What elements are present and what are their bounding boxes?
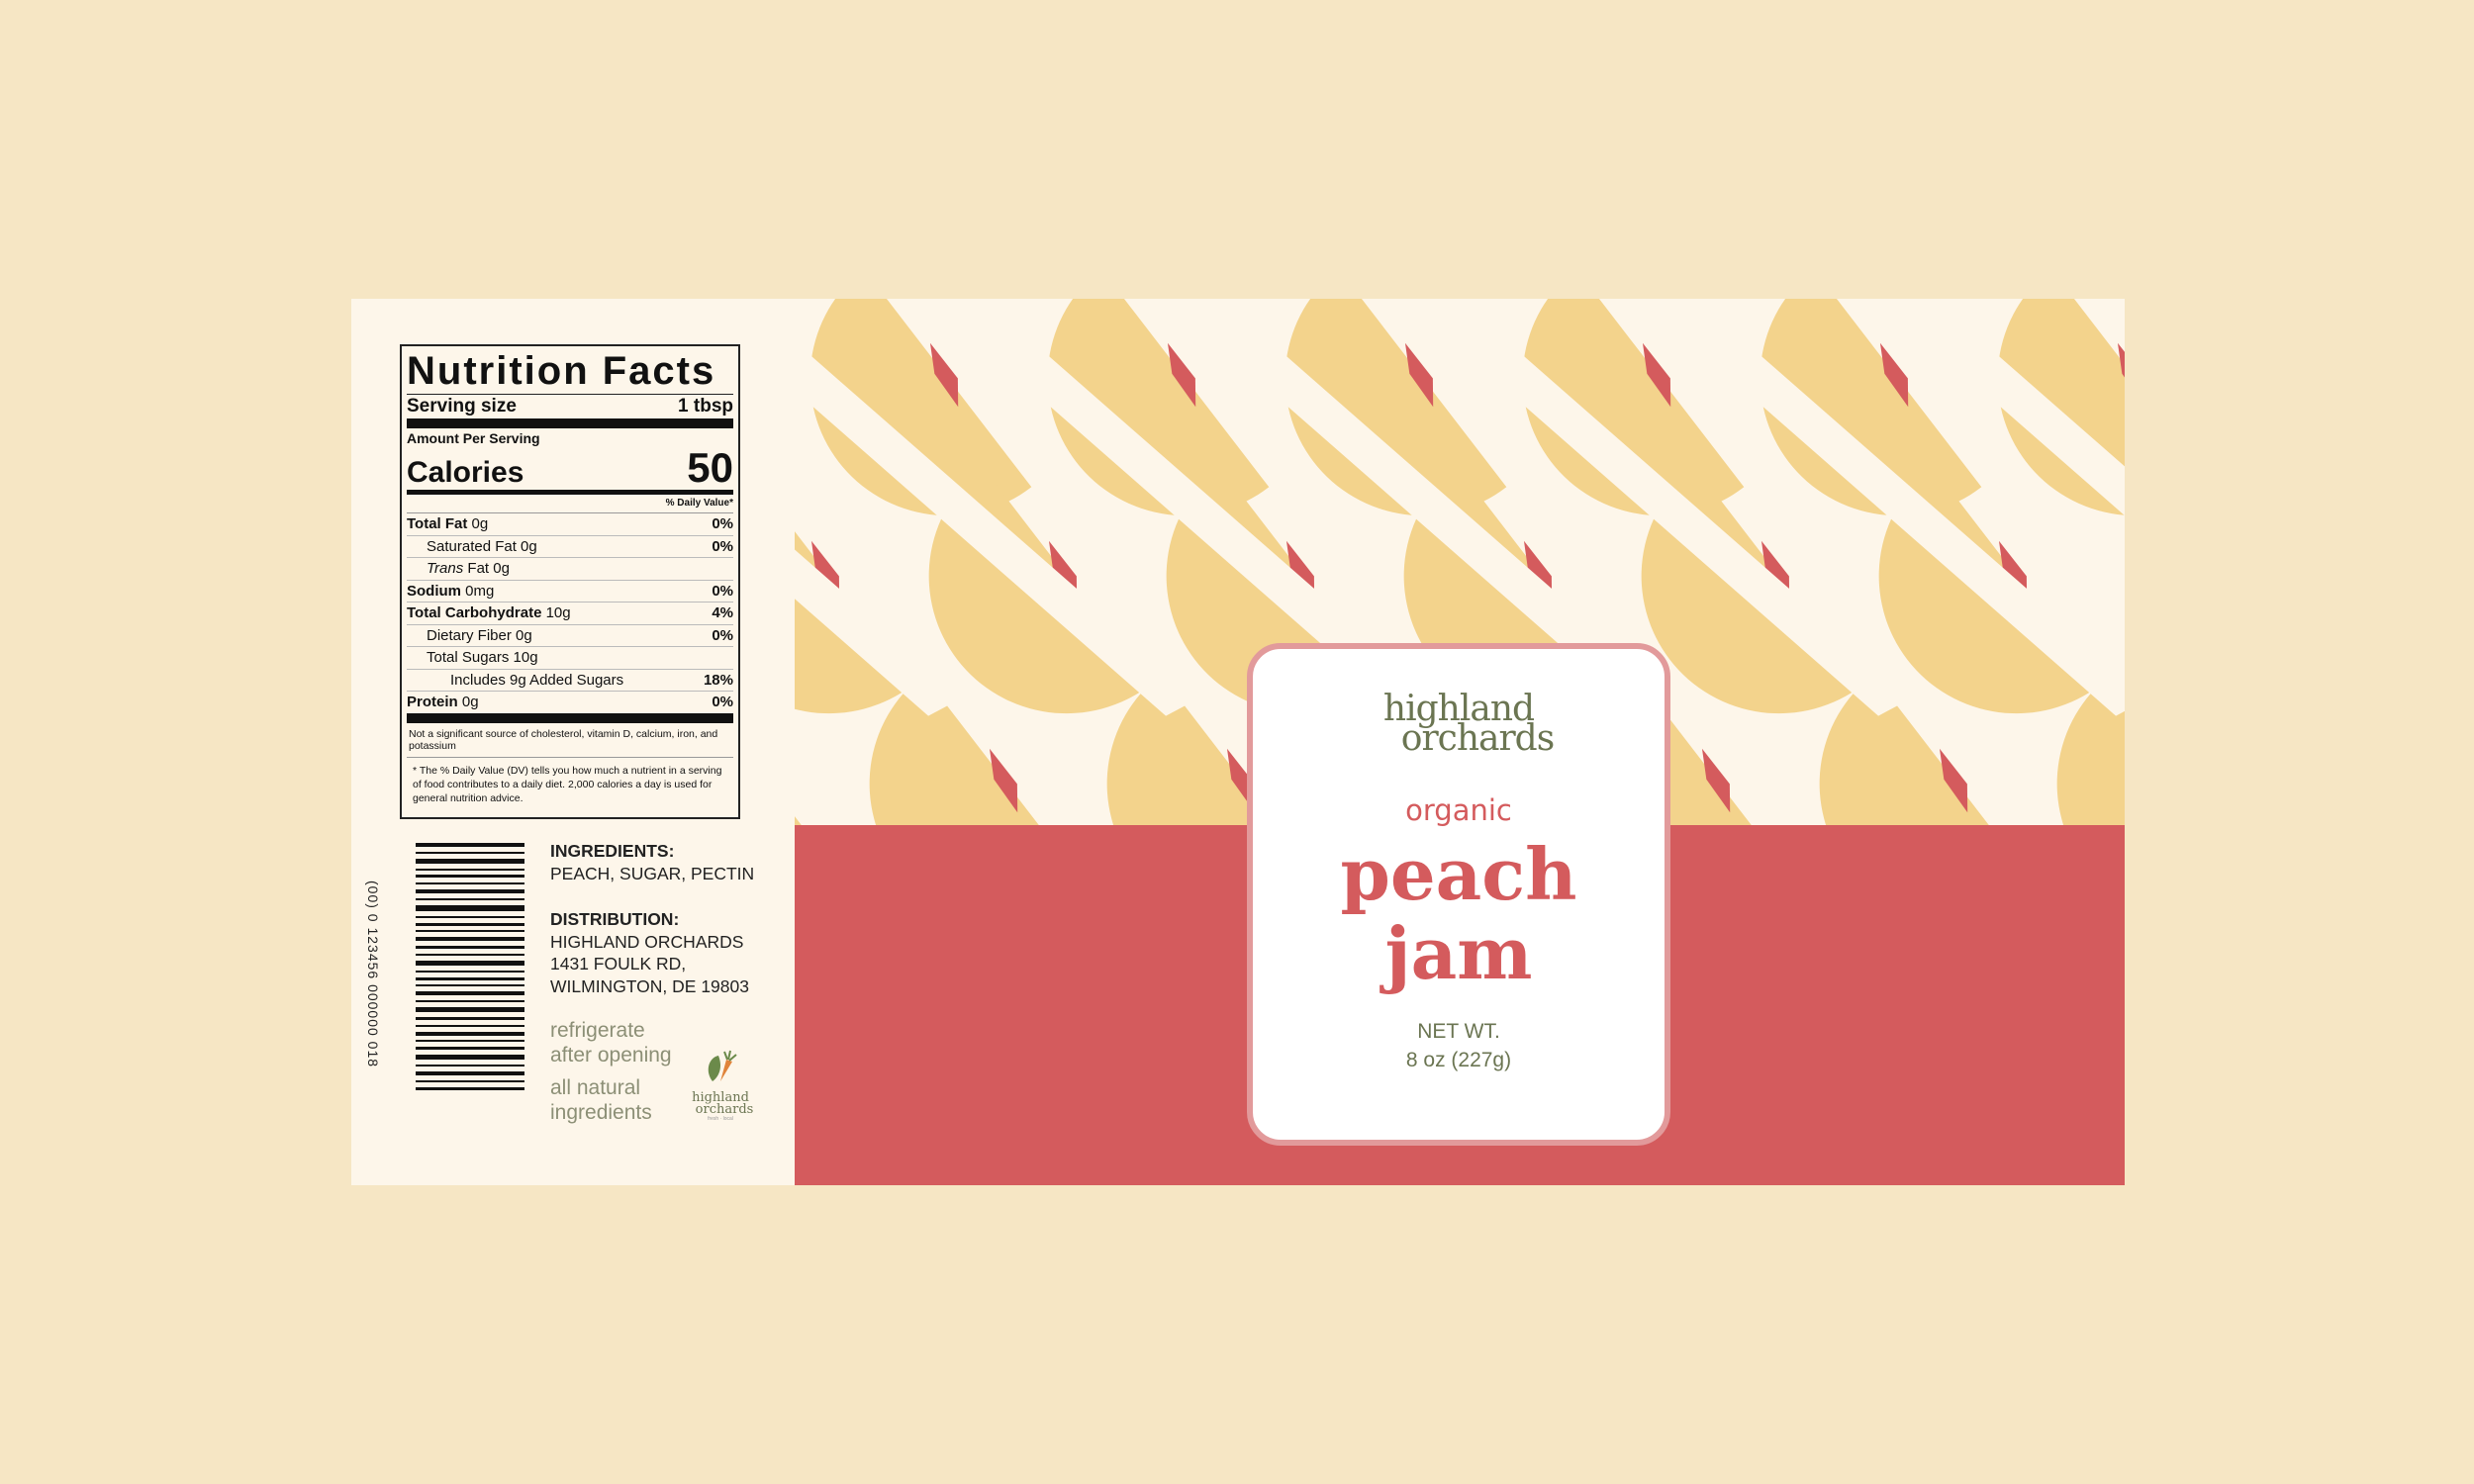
barcode-bar <box>416 843 524 847</box>
brand-line2: orchards <box>1400 718 1555 759</box>
front-label-card: highland orchards organic peach jam NET … <box>1247 643 1670 1146</box>
peach-slice <box>1236 299 1561 559</box>
barcode-bar <box>416 915 524 918</box>
barcode-bar <box>416 1000 524 1003</box>
daily-value-footnote: * The % Daily Value (DV) tells you how m… <box>407 756 733 805</box>
barcode-bar <box>416 960 524 966</box>
mini-brand-logo: highland orchards fresh · local <box>682 1048 759 1122</box>
barcode-bar <box>416 1040 524 1043</box>
barcode-number: (00) 0 123456 000000 018 <box>365 881 381 1068</box>
distribution-line: HIGHLAND ORCHARDS <box>550 931 744 952</box>
barcode-bar <box>416 1079 524 1082</box>
net-weight: NET WT. 8 oz (227g) <box>1253 1017 1665 1074</box>
calories-row: Calories 50 <box>407 446 733 490</box>
refrigerate-note: refrigerate after opening <box>550 1019 672 1067</box>
nutrient-row: Saturated Fat 0g 0% <box>407 536 733 558</box>
barcode-bar <box>416 1070 524 1075</box>
distribution-block: DISTRIBUTION: HIGHLAND ORCHARDS 1431 FOU… <box>550 908 749 997</box>
calories-value: 50 <box>687 444 733 491</box>
barcode-bar <box>416 868 524 871</box>
barcode-bar <box>416 930 524 933</box>
barcode-bar <box>416 851 524 854</box>
divider-thick <box>407 712 733 723</box>
barcode-bar <box>416 937 524 942</box>
nutrition-facts-panel: Nutrition Facts Serving size 1 tbsp Amou… <box>400 344 740 819</box>
barcode <box>416 843 524 1090</box>
nutrient-row: Total Carbohydrate 10g 4% <box>407 603 733 625</box>
back-panel: Nutrition Facts Serving size 1 tbsp Amou… <box>351 299 795 1185</box>
ingredients-block: INGREDIENTS: PEACH, SUGAR, PECTIN <box>550 840 754 884</box>
net-weight-label: NET WT. <box>1417 1020 1500 1043</box>
barcode-bar <box>416 1016 524 1020</box>
nutrient-row: Total Fat 0g 0% <box>407 513 733 536</box>
ingredients-text: PEACH, SUGAR, PECTIN <box>550 863 755 883</box>
nutrient-row: Dietary Fiber 0g 0% <box>407 625 733 647</box>
barcode-bar <box>416 1031 524 1036</box>
carrot-leaf-icon <box>708 1050 737 1081</box>
barcode-bar <box>416 1065 524 1067</box>
serving-label: Serving size <box>407 396 517 417</box>
product-line2: jam <box>1384 911 1533 995</box>
nutrient-row: Sodium 0mg 0% <box>407 581 733 603</box>
nutrition-note: Not a significant source of cholesterol,… <box>409 727 718 752</box>
peach-slice <box>1711 299 2036 559</box>
distribution-line: WILMINGTON, DE 19803 <box>550 975 749 996</box>
barcode-bar <box>416 976 524 980</box>
brand-logo: highland orchards <box>1253 692 1665 759</box>
barcode-bar <box>416 970 524 973</box>
nutrient-row: Protein 0g 0% <box>407 694 733 710</box>
divider-thick <box>407 418 733 428</box>
net-weight-value: 8 oz (227g) <box>1405 1049 1512 1071</box>
barcode-bar <box>416 1024 524 1027</box>
daily-value-header: % Daily Value* <box>407 495 733 513</box>
barcode-bar <box>416 984 524 987</box>
barcode-bar <box>416 904 524 911</box>
serving-size-row: Serving size 1 tbsp <box>407 394 733 418</box>
barcode-bar <box>416 1086 524 1090</box>
barcode-bar <box>416 882 524 885</box>
amount-per-serving: Amount Per Serving <box>407 430 540 446</box>
jar-label: Nutrition Facts Serving size 1 tbsp Amou… <box>351 299 2125 1185</box>
serving-value: 1 tbsp <box>678 396 733 417</box>
front-panel: highland orchards organic peach jam NET … <box>795 299 2125 1185</box>
barcode-bar <box>416 889 524 894</box>
barcode-bar <box>416 922 524 926</box>
distribution-heading: DISTRIBUTION: <box>550 909 680 929</box>
barcode-bar <box>416 991 524 996</box>
barcode-bar <box>416 954 524 957</box>
product-line1: peach <box>1340 832 1577 916</box>
mini-logo-line2: orchards <box>695 1102 754 1117</box>
natural-note: all natural ingredients <box>550 1076 652 1124</box>
peach-slice <box>1474 299 1798 559</box>
nutrient-row: Trans Fat 0g <box>407 558 733 581</box>
distribution-line: 1431 FOULK RD, <box>550 954 687 974</box>
nutrition-title: Nutrition Facts <box>407 349 716 393</box>
calories-label: Calories <box>407 456 524 489</box>
barcode-bar <box>416 898 524 901</box>
barcode-bar <box>416 1055 524 1061</box>
peach-slice <box>999 299 1323 559</box>
barcode-bar <box>416 946 524 950</box>
nutrient-row: Total Sugars 10g <box>407 647 733 670</box>
barcode-bar <box>416 858 524 864</box>
organic-label: organic <box>1405 793 1512 827</box>
nutrient-row: Includes 9g Added Sugars 18% <box>407 670 733 692</box>
barcode-bar <box>416 1007 524 1013</box>
ingredients-heading: INGREDIENTS: <box>550 841 675 861</box>
barcode-bar <box>416 1047 524 1051</box>
barcode-bar <box>416 875 524 879</box>
product-name: peach jam <box>1253 835 1665 993</box>
